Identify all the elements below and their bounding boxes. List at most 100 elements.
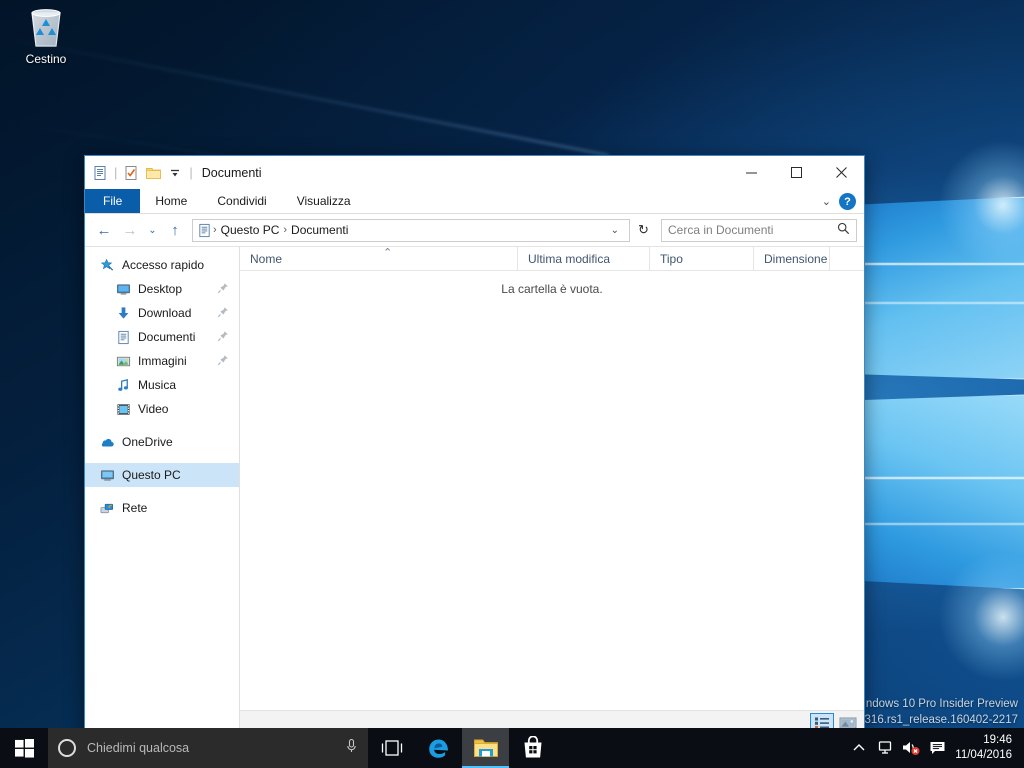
pin-icon[interactable]	[217, 354, 229, 369]
title-bar[interactable]: | | Documenti	[85, 156, 864, 189]
sidebar-item-video[interactable]: Video	[85, 397, 239, 421]
watermark-line-1: ndows 10 Pro Insider Preview	[865, 698, 1018, 710]
pin-icon[interactable]	[217, 330, 229, 345]
breadcrumb-item-documenti[interactable]: Documenti	[288, 223, 351, 237]
clock[interactable]: 19:46 11/04/2016	[951, 733, 1020, 763]
sidebar-item-accesso-rapido[interactable]: Accesso rapido	[85, 253, 239, 277]
minimize-button[interactable]	[729, 156, 774, 189]
star-pin-icon	[99, 257, 115, 273]
show-hidden-icons-button[interactable]	[847, 728, 871, 768]
sidebar-item-onedrive[interactable]: OneDrive	[85, 430, 239, 454]
sidebar-item-label: OneDrive	[122, 435, 173, 449]
tab-condividi[interactable]: Condividi	[202, 189, 281, 213]
address-dropdown-icon[interactable]: ⌄	[605, 225, 625, 236]
sidebar-item-questo-pc[interactable]: Questo PC	[85, 463, 239, 487]
search-input[interactable]	[668, 223, 837, 237]
chevron-down-icon[interactable]: ⌄	[822, 195, 831, 208]
quick-access-toolbar[interactable]: | |	[91, 164, 194, 182]
volume-muted-icon[interactable]	[899, 728, 923, 768]
sidebar-item-rete[interactable]: Rete	[85, 496, 239, 520]
properties-icon[interactable]	[122, 164, 140, 182]
desktop-icon-recycle-bin[interactable]: Cestino	[8, 6, 84, 78]
sidebar-item-download[interactable]: Download	[85, 301, 239, 325]
desktop-icon	[115, 281, 131, 297]
recent-locations-button[interactable]: ⌄	[144, 218, 161, 242]
search-box[interactable]	[661, 218, 857, 242]
watermark-line-2: 4316.rs1_release.160402-2217	[858, 714, 1018, 726]
window-caption-buttons[interactable]	[729, 156, 864, 189]
sidebar-item-documenti[interactable]: Documenti	[85, 325, 239, 349]
sidebar-item-desktop[interactable]: Desktop	[85, 277, 239, 301]
column-header-tipo[interactable]: Tipo	[650, 246, 754, 271]
sidebar-item-label: Documenti	[138, 330, 196, 344]
onedrive-icon	[99, 434, 115, 450]
address-bar-row[interactable]: ← → ⌄ ↑ › Questo PC › Documenti ⌄ ↻ Cerc…	[85, 214, 864, 246]
file-explorer-button[interactable]	[462, 728, 509, 768]
column-header-row[interactable]: Nome ⌃ Ultima modifica Tipo Dimensione	[240, 246, 864, 271]
download-icon	[115, 305, 131, 321]
build-watermark: ndows 10 Pro Insider Preview 4316.rs1_re…	[858, 696, 1018, 728]
window-body: Accesso rapido Desktop Download Document…	[85, 246, 864, 734]
network-icon[interactable]	[873, 728, 897, 768]
edge-button[interactable]	[415, 728, 462, 768]
edge-icon	[428, 739, 448, 758]
qat-separator: |	[189, 165, 193, 180]
column-header-nome[interactable]: Nome ⌃	[240, 246, 518, 271]
pin-icon[interactable]	[217, 282, 229, 297]
maximize-button[interactable]	[774, 156, 819, 189]
network-icon	[99, 500, 115, 516]
up-button[interactable]: ↑	[163, 218, 187, 242]
microphone-icon[interactable]	[345, 738, 358, 759]
close-button[interactable]	[819, 156, 864, 189]
folder-properties-glyph-icon	[91, 164, 109, 182]
desktop[interactable]: Cestino ndows 10 Pro Insider Preview 431…	[0, 0, 1024, 768]
tab-home[interactable]: Home	[140, 189, 202, 213]
ribbon-right-controls[interactable]: ⌄ ?	[822, 189, 860, 214]
column-header-label: Dimensione	[764, 251, 828, 266]
tab-visualizza[interactable]: Visualizza	[282, 189, 366, 213]
forward-button[interactable]: →	[118, 218, 142, 242]
action-center-icon[interactable]	[925, 728, 949, 768]
column-header-dimensione[interactable]: Dimensione	[754, 246, 830, 271]
clock-date: 11/04/2016	[955, 749, 1012, 761]
qat-separator: |	[114, 165, 118, 180]
file-explorer-window[interactable]: | | Documenti File Home Condividi Visual…	[84, 155, 865, 735]
cortana-icon	[58, 739, 76, 757]
customize-qat-icon[interactable]	[166, 164, 184, 182]
sort-ascending-icon: ⌃	[383, 246, 393, 259]
window-title: Documenti	[201, 165, 262, 180]
back-button[interactable]: ←	[92, 218, 116, 242]
file-explorer-icon	[473, 739, 498, 757]
desktop-icon-label: Cestino	[25, 52, 67, 66]
cortana-search-box[interactable]: Chiedimi qualcosa	[48, 728, 368, 768]
refresh-button[interactable]: ↻	[632, 219, 655, 242]
this-pc-icon	[99, 467, 115, 483]
sidebar-item-immagini[interactable]: Immagini	[85, 349, 239, 373]
task-view-button[interactable]	[368, 728, 415, 768]
sidebar-item-label: Questo PC	[122, 468, 181, 482]
sidebar-item-musica[interactable]: Musica	[85, 373, 239, 397]
store-button[interactable]	[509, 728, 556, 768]
system-tray[interactable]: 19:46 11/04/2016	[847, 728, 1024, 768]
file-list-pane[interactable]: Nome ⌃ Ultima modifica Tipo Dimensione L…	[240, 246, 864, 734]
start-button[interactable]	[0, 728, 48, 768]
breadcrumb-item-questo-pc[interactable]: Questo PC	[218, 223, 283, 237]
pin-icon[interactable]	[217, 306, 229, 321]
search-icon[interactable]	[837, 222, 850, 238]
sidebar-item-label: Immagini	[138, 354, 187, 368]
file-list[interactable]: La cartella è vuota.	[240, 271, 864, 710]
sidebar-item-label: Musica	[138, 378, 177, 392]
address-bar[interactable]: › Questo PC › Documenti ⌄	[192, 218, 630, 242]
column-header-label: Tipo	[660, 251, 683, 266]
taskbar[interactable]: Chiedimi qualcosa 19:46 11/04/2016	[0, 728, 1024, 768]
tab-file[interactable]: File	[85, 189, 141, 213]
sidebar-item-label: Rete	[122, 501, 148, 515]
column-header-label: Nome	[250, 251, 283, 266]
column-header-ultima-modifica[interactable]: Ultima modifica	[518, 246, 650, 271]
sidebar-item-label: Download	[138, 306, 192, 320]
ribbon-tab-bar[interactable]: File Home Condividi Visualizza ⌄ ?	[85, 189, 864, 214]
new-folder-icon[interactable]	[144, 164, 162, 182]
help-icon[interactable]: ?	[839, 193, 856, 210]
navigation-pane[interactable]: Accesso rapido Desktop Download Document…	[85, 247, 240, 734]
documents-icon	[115, 329, 131, 345]
